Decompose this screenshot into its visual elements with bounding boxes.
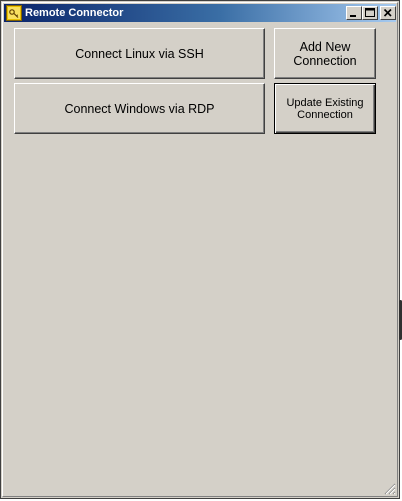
add-connection-button[interactable]: Add New Connection xyxy=(274,28,376,79)
maximize-icon xyxy=(365,8,375,17)
maximize-button[interactable] xyxy=(362,6,378,20)
update-connection-button[interactable]: Update Existing Connection xyxy=(274,83,376,134)
window-title: Remote Connector xyxy=(25,7,124,19)
connect-ssh-button[interactable]: Connect Linux via SSH xyxy=(14,28,265,79)
minimize-button[interactable] xyxy=(346,6,362,20)
close-icon xyxy=(383,8,392,17)
close-button[interactable] xyxy=(380,6,396,20)
remote-connector-window: Remote Connector Connect Linux via SSH C… xyxy=(0,0,400,499)
minimize-icon xyxy=(350,15,356,17)
connect-rdp-button[interactable]: Connect Windows via RDP xyxy=(14,83,265,134)
resize-grip-icon[interactable] xyxy=(383,482,396,495)
title-bar[interactable]: Remote Connector xyxy=(4,4,396,22)
app-key-icon[interactable] xyxy=(6,5,22,21)
